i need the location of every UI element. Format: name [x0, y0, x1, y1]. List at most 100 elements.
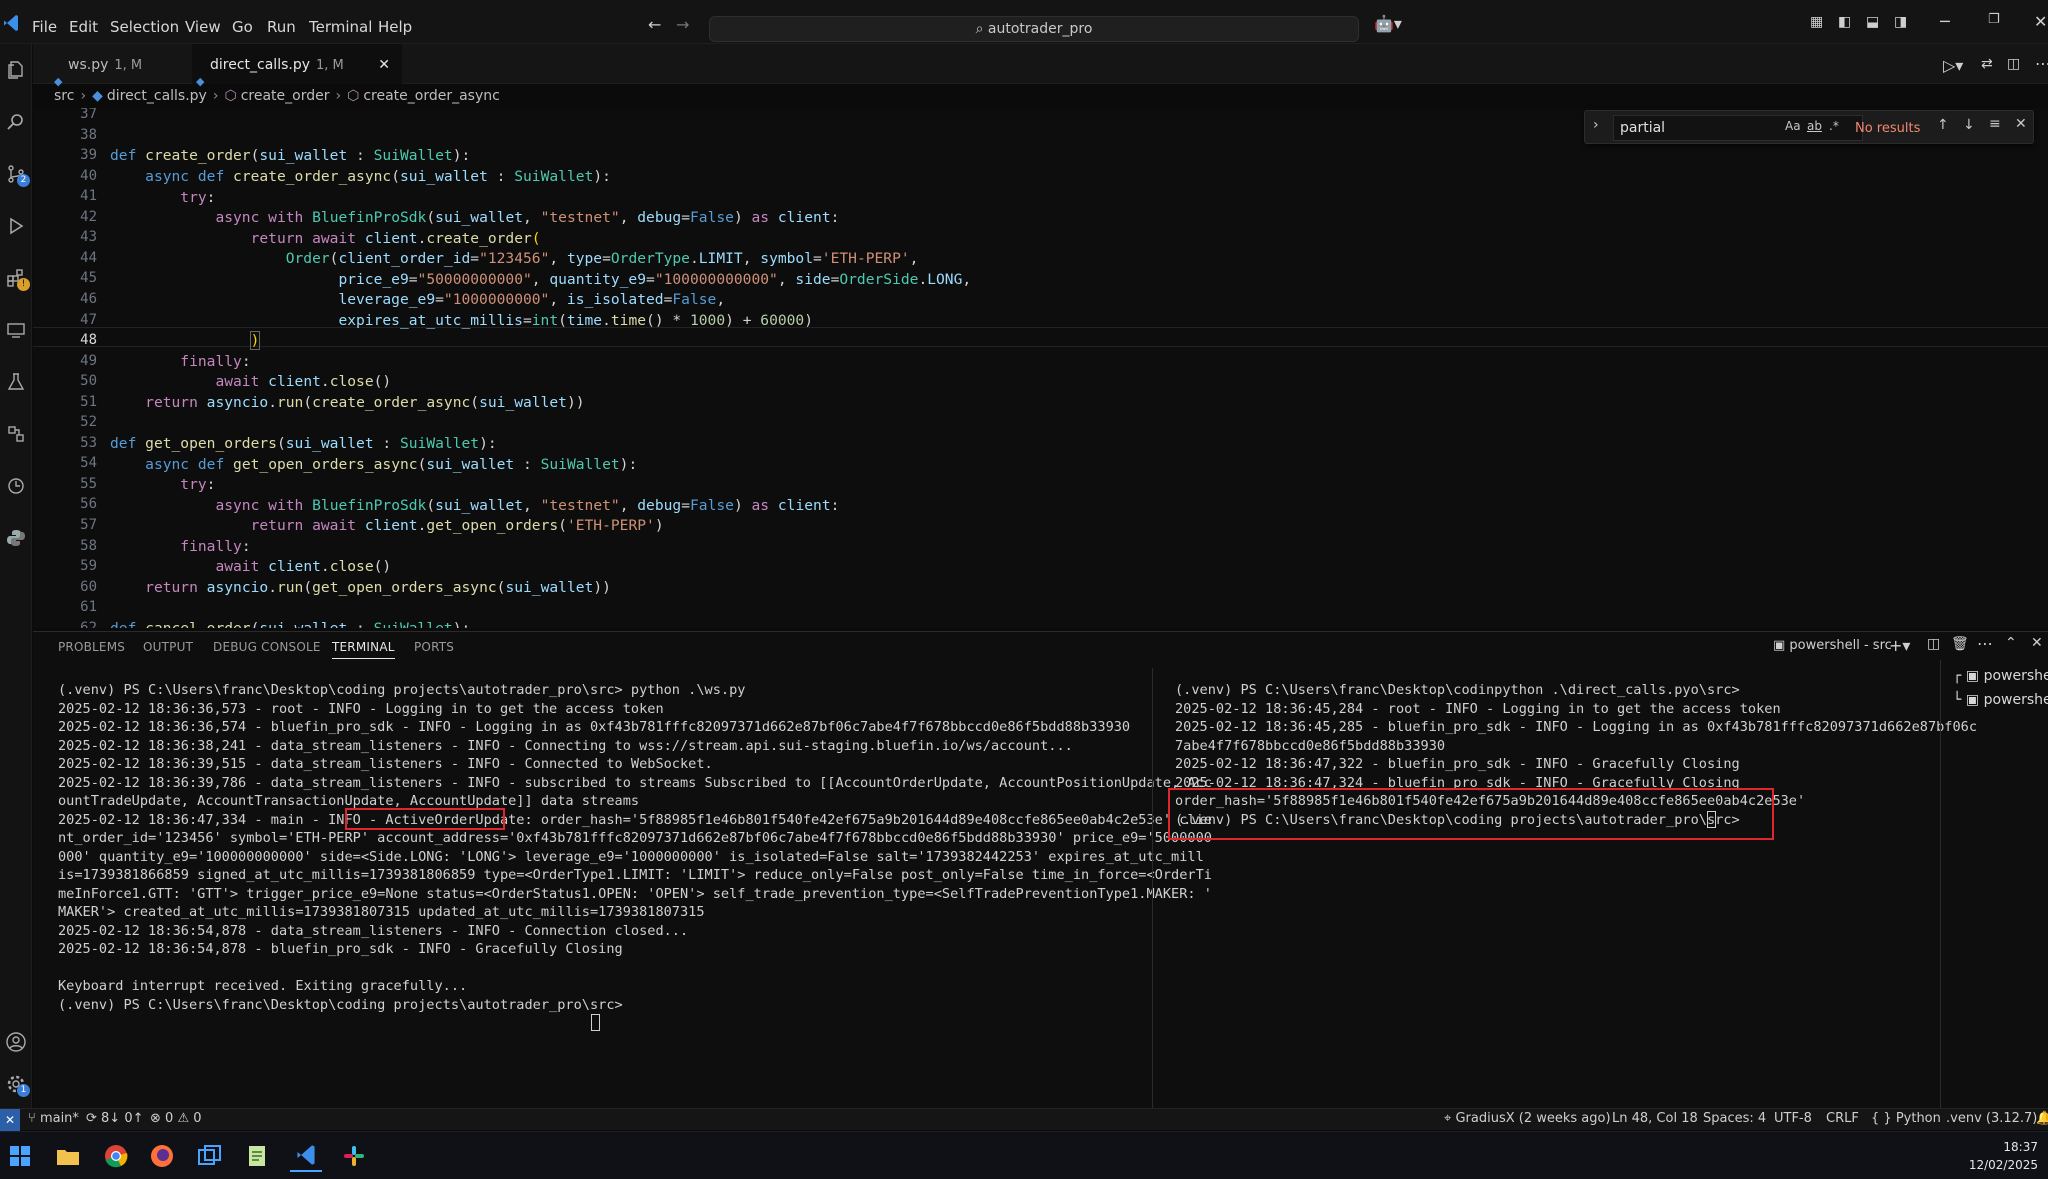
vscode-logo-icon[interactable] [4, 14, 18, 32]
panel-tab-output[interactable]: OUTPUT [143, 640, 193, 654]
back-arrow-icon[interactable]: ← [648, 15, 661, 34]
python-interpreter[interactable]: .venv (3.12.7) [1946, 1111, 2037, 1126]
menu-go[interactable]: Go [232, 0, 253, 44]
vscode-taskbar-icon[interactable] [290, 1140, 322, 1172]
notepad-icon[interactable] [242, 1140, 274, 1172]
file-explorer-icon[interactable] [52, 1140, 84, 1172]
manage-gear-icon[interactable]: 1 [0, 1068, 32, 1100]
command-center-search[interactable]: ⌕ autotrader_pro [709, 16, 1359, 42]
language-mode[interactable]: { } Python [1871, 1111, 1941, 1126]
firefox-icon[interactable] [146, 1140, 178, 1172]
maximize-panel-icon[interactable]: ⌃ [2005, 635, 2017, 651]
toggle-replace-chevron-icon[interactable]: › [1593, 117, 1599, 133]
source-control-icon[interactable]: 2 [0, 158, 32, 190]
panel-more-icon[interactable]: ⋯ [1977, 634, 1993, 653]
timeline-icon[interactable] [0, 470, 32, 502]
menu-view[interactable]: View [185, 0, 221, 44]
breadcrumb-src[interactable]: src [54, 88, 74, 104]
tab-ws-py[interactable]: ◆ ws.py 1, M [50, 44, 180, 88]
breadcrumb-inner-function[interactable]: create_order_async [363, 88, 500, 104]
line-number: 52 [80, 414, 97, 431]
terminal-list-item[interactable]: ┌ ▣ powershe [1953, 668, 2048, 684]
panel-tab-terminal[interactable]: TERMINAL [332, 640, 395, 659]
terminal-left[interactable]: (.venv) PS C:\Users\franc\Desktop\coding… [58, 681, 1212, 1014]
menu-help[interactable]: Help [378, 0, 412, 44]
terminal-list-item[interactable]: └ ▣ powershe [1953, 692, 2048, 708]
encoding[interactable]: UTF-8 [1774, 1111, 1812, 1126]
python-icon[interactable] [0, 522, 32, 554]
menu-terminal[interactable]: Terminal [309, 0, 372, 44]
sync-indicator[interactable]: ⟳ 8↓ 0↑ [86, 1111, 144, 1126]
panel-tab-problems[interactable]: PROBLEMS [58, 640, 125, 654]
code-line-47: expires_at_utc_millis=int(time.time() * … [338, 312, 814, 329]
code-line-42: async with BluefinProSdk(sui_wallet, "te… [215, 209, 840, 226]
warning-icon: ⚠ [177, 1111, 194, 1126]
toggle-panel-icon[interactable]: ⬓ [1866, 14, 1879, 30]
panel-tab-debug-console[interactable]: DEBUG CONSOLE [213, 640, 321, 654]
cursor-position[interactable]: Ln 48, Col 18 [1612, 1111, 1698, 1126]
code-line-57: return await client.get_open_orders('ETH… [250, 517, 664, 534]
next-match-icon[interactable]: ↓ [1963, 117, 1975, 133]
find-in-selection-icon[interactable]: ≡ [1989, 116, 2001, 132]
chrome-icon[interactable] [100, 1140, 132, 1172]
copilot-icon[interactable]: 🤖▾ [1374, 14, 1402, 33]
menu-selection[interactable]: Selection [110, 0, 179, 44]
minimize-icon[interactable]: ─ [1940, 12, 1950, 31]
code-editor[interactable]: 37 38 39 40 41 42 43 44 45 46 47 48 49 50 51 52 53 54 55 56… [33, 108, 2048, 628]
terminal-line: (.venv) PS C:\Users\franc\Desktop\codinp… [1175, 682, 1740, 698]
breadcrumb-function[interactable]: create_order [241, 88, 330, 104]
terminal-split-divider[interactable] [1152, 668, 1153, 1108]
close-tab-icon[interactable]: ✕ [378, 44, 390, 86]
open-changes-icon[interactable]: ⇄ [1981, 56, 1993, 72]
indentation[interactable]: Spaces: 4 [1703, 1111, 1766, 1126]
match-whole-word-toggle[interactable]: ab [1807, 119, 1822, 133]
project-manager-icon[interactable] [0, 418, 32, 450]
restore-icon[interactable]: ❐ [1988, 12, 2000, 27]
windows-start-icon[interactable] [4, 1140, 36, 1172]
close-panel-icon[interactable]: ✕ [2031, 635, 2043, 651]
virtual-desktop-icon[interactable] [194, 1140, 226, 1172]
terminal-profile-selector[interactable]: ▣ powershell - src [1773, 638, 1892, 653]
toggle-sidebar-icon[interactable]: ◧ [1838, 14, 1851, 30]
toggle-secondary-sidebar-icon[interactable]: ◨ [1894, 14, 1907, 30]
git-blame[interactable]: ⌖ GradiusX (2 weeks ago) [1444, 1111, 1611, 1126]
line-ending[interactable]: CRLF [1826, 1111, 1859, 1126]
notifications-bell-icon[interactable]: 🔔 [2036, 1111, 2048, 1126]
branch-indicator[interactable]: ⑂ main* [28, 1111, 79, 1126]
run-debug-icon[interactable] [0, 210, 32, 242]
account-icon[interactable] [0, 1026, 32, 1058]
line-number: 43 [80, 229, 97, 246]
close-find-icon[interactable]: ✕ [2015, 116, 2027, 132]
remote-explorer-icon[interactable] [0, 314, 32, 346]
previous-match-icon[interactable]: ↑ [1937, 117, 1949, 133]
close-window-icon[interactable]: ✕ [2034, 12, 2047, 31]
find-input[interactable] [1613, 115, 1863, 141]
explorer-icon[interactable] [0, 54, 32, 86]
system-clock[interactable]: 18:37 12/02/2025 [1969, 1138, 2038, 1174]
slack-icon[interactable] [338, 1140, 370, 1172]
menu-file[interactable]: File [32, 0, 57, 44]
line-number: 49 [80, 352, 97, 369]
forward-arrow-icon[interactable]: → [676, 15, 689, 34]
use-regex-toggle[interactable]: .* [1829, 119, 1839, 133]
problems-indicator[interactable]: ⊗ 0 ⚠ 0 [150, 1111, 202, 1126]
menu-run[interactable]: Run [267, 0, 296, 44]
match-case-toggle[interactable]: Aa [1785, 119, 1801, 133]
menu-edit[interactable]: Edit [69, 0, 98, 44]
tab-direct-calls-py[interactable]: ◆ direct_calls.py 1, M ✕ [192, 44, 402, 88]
more-actions-icon[interactable]: ⋯ [2035, 54, 2048, 73]
kill-terminal-icon[interactable]: 🗑 [1951, 636, 1969, 652]
extensions-icon[interactable]: ! [0, 262, 32, 294]
split-editor-icon[interactable]: ◫ [2007, 56, 2020, 72]
testing-icon[interactable] [0, 366, 32, 398]
line-number: 57 [80, 517, 97, 533]
customize-layout-icon[interactable]: ▦ [1810, 14, 1823, 30]
run-file-icon[interactable]: ▷▾ [1943, 56, 1963, 75]
panel-tab-ports[interactable]: PORTS [414, 640, 454, 654]
split-terminal-icon[interactable]: ◫ [1927, 636, 1940, 652]
search-sidebar-icon[interactable] [0, 106, 32, 138]
breadcrumb-file[interactable]: direct_calls.py [107, 88, 207, 104]
new-terminal-icon[interactable]: +▾ [1889, 636, 1910, 655]
remote-indicator-icon[interactable]: ✕ [0, 1109, 20, 1131]
code-line-60: return asyncio.run(get_open_orders_async… [145, 579, 611, 596]
